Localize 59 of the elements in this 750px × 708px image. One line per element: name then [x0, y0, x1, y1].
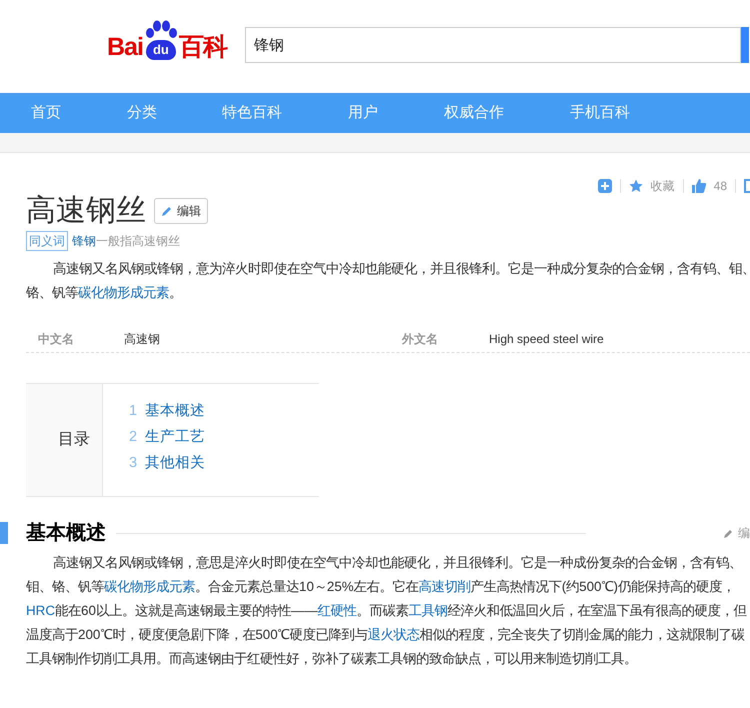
nav-link[interactable]: 首页 — [31, 93, 61, 133]
text-run: 工具钢制作切削工具用。而高速钢由于红硬性好，弥补了碳素工具钢的致命缺点，可以用来制造切削工具。 — [26, 651, 637, 666]
section-edit-link[interactable]: 编 — [724, 524, 750, 542]
toc-number: 3 — [129, 454, 138, 473]
toc-label: 基本概述 — [145, 402, 206, 421]
toc-item[interactable]: 2 生产工艺 — [129, 424, 206, 450]
toc-label: 其他相关 — [145, 454, 206, 473]
text-run: 。合金元素总量达10～25%左右。它在 — [195, 579, 419, 594]
text-run: 。 — [169, 285, 182, 300]
logo-text: 百科 — [178, 35, 227, 60]
info-label: 中文名 — [38, 331, 74, 348]
text-run: 铬、钒等 — [26, 285, 78, 300]
info-label: 外文名 — [402, 331, 438, 348]
toc-number: 2 — [129, 428, 138, 447]
collect-label[interactable]: 收藏 — [650, 177, 675, 195]
toc-item[interactable]: 3 其他相关 — [129, 450, 206, 476]
text-run: 能在60以上。这就是高速钢最主要的特性—— — [55, 603, 318, 618]
section-marker — [0, 522, 8, 544]
nav-link[interactable]: 用户 — [348, 93, 378, 133]
text-run: 高速钢又名风钢或锋钢，意为淬火时即使在空气中冷却也能硬化，并且很锋利。它是一种成分复杂的合金钢，含有钨、钼、 — [52, 261, 750, 276]
logo-text: Bai — [107, 35, 143, 60]
thumbs-up-icon — [692, 179, 706, 193]
text-link[interactable]: 工具钢 — [408, 603, 448, 618]
nav-link[interactable]: 分类 — [127, 93, 157, 133]
star-icon — [628, 179, 643, 193]
info-value: High speed steel wire — [489, 331, 604, 348]
synonym-link[interactable]: 锋钢 — [72, 232, 96, 250]
add-icon — [598, 179, 612, 193]
text-run: 高速钢又名风钢或锋钢，意思是淬火时即使在空气中冷却也能硬化，并且很锋利。它是一种成份复杂的合金钢，含有钨、 — [52, 555, 742, 570]
toc-label: 生产工艺 — [145, 428, 206, 447]
nav-link[interactable]: 特色百科 — [222, 93, 282, 133]
nav-link[interactable]: 手机百科 — [570, 93, 630, 133]
text-run: 相似的程度，完全丧失了切削金属的能力，这就限制了碳 — [420, 627, 745, 642]
info-value: 高速钢 — [124, 331, 160, 348]
synonym-text: 一般指高速钢丝 — [96, 233, 180, 250]
text-link[interactable]: HRC — [26, 603, 56, 618]
text-run: 经淬火和低温回火后，在室温下虽有很高的硬度，但 — [448, 603, 747, 618]
text-run: 产生高热情况下(约500℃)仍能保持高的硬度， — [470, 579, 735, 594]
page-title: 高速钢丝 — [26, 196, 146, 226]
synonym-tag: 同义词 — [26, 231, 68, 251]
text-link[interactable]: 退火状态 — [368, 627, 420, 642]
text-run: 温度高于200℃时，硬度便急剧下降，在500℃硬度已降到与 — [26, 627, 368, 642]
like-count: 48 — [714, 178, 727, 195]
toc-item[interactable]: 1 基本概述 — [129, 398, 206, 424]
toc-title: 目录 — [58, 430, 90, 450]
text-link[interactable]: 碳化物形成元素 — [78, 285, 169, 300]
search-field[interactable]: 锋钢 — [244, 27, 741, 63]
logo-text: du — [146, 40, 176, 60]
toc-number: 1 — [129, 402, 138, 421]
edit-button[interactable]: 编辑 — [154, 198, 208, 224]
text-link[interactable]: 红硬性 — [318, 603, 357, 618]
text-run: 钼、铬、钒等 — [26, 579, 104, 594]
pencil-icon — [161, 205, 173, 217]
text-link[interactable]: 高速切削 — [418, 579, 471, 594]
text-link[interactable]: 碳化物形成元素 — [104, 579, 195, 594]
section-title: 基本概述 — [25, 521, 106, 545]
text-run: 。而碳素 — [356, 603, 409, 618]
nav-link[interactable]: 权威合作 — [444, 93, 504, 133]
pencil-icon — [724, 528, 734, 538]
